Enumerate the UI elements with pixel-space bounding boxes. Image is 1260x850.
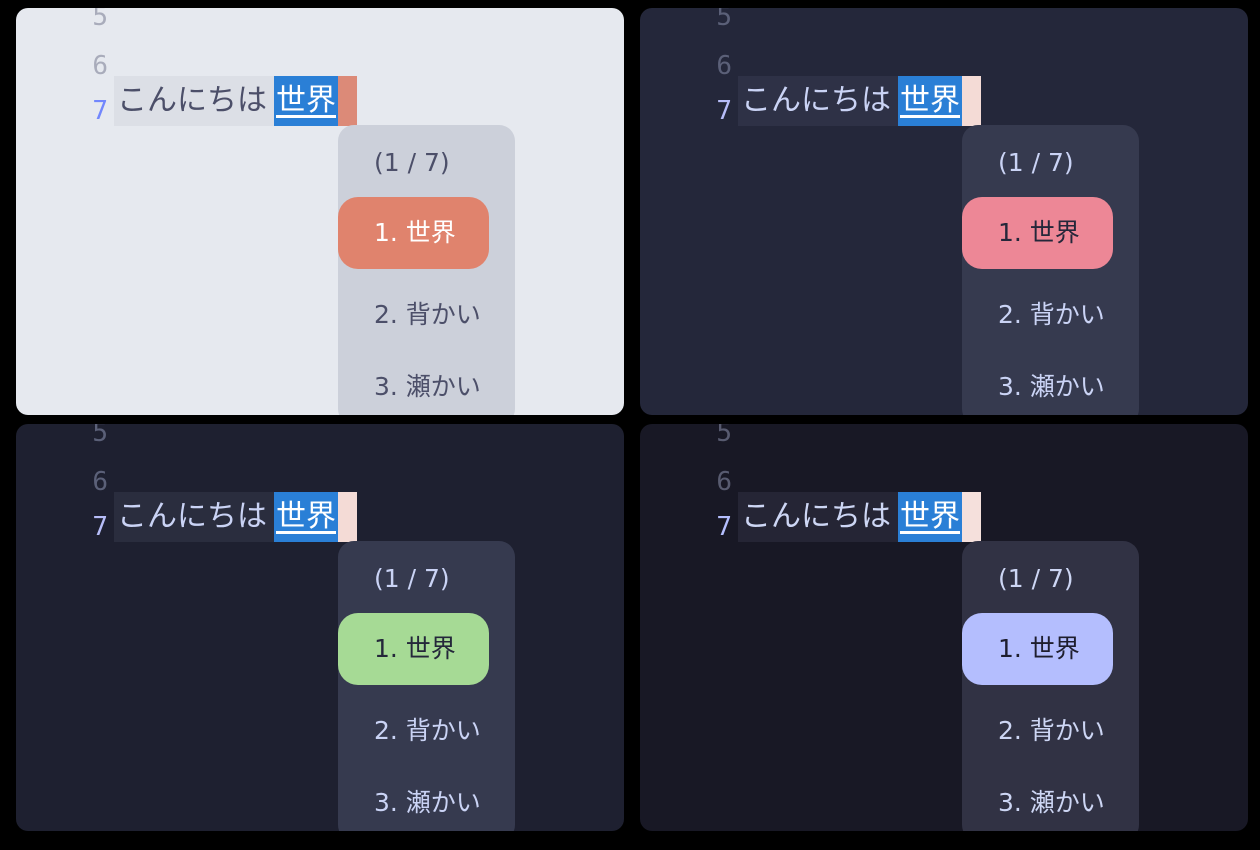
current-line-number: 7 [716,512,732,542]
committed-text[interactable]: こんにちは [741,79,891,123]
editor-panel: 5 6 7 こんにちは 世界 (1 / 7) 1. 世界 2. 背かい 3. 瀬… [640,424,1248,831]
line-number: 5 [92,424,108,448]
committed-text[interactable]: こんにちは [117,495,267,539]
candidate-item[interactable]: 2. 背かい [374,713,481,749]
committed-text[interactable]: こんにちは [117,79,267,123]
candidate-counter: (1 / 7) [998,148,1074,177]
candidate-item-selected[interactable]: 1. 世界 [962,613,1113,685]
candidate-item[interactable]: 3. 瀬かい [998,785,1105,821]
editor-panel: 5 6 7 こんにちは 世界 (1 / 7) 1. 世界 2. 背かい 3. 瀬… [640,8,1248,415]
candidate-item-selected[interactable]: 1. 世界 [962,197,1113,269]
line-number: 5 [92,8,108,32]
candidate-item[interactable]: 3. 瀬かい [374,785,481,821]
candidate-item[interactable]: 3. 瀬かい [998,369,1105,405]
text-cursor [338,76,357,126]
candidate-counter: (1 / 7) [998,564,1074,593]
candidate-item[interactable]: 2. 背かい [998,713,1105,749]
editor-panel: 5 6 7 こんにちは 世界 (1 / 7) 1. 世界 2. 背かい 3. 瀬… [16,424,624,831]
line-number: 5 [716,8,732,32]
line-number: 6 [716,51,732,81]
current-line-number: 7 [716,96,732,126]
text-cursor [962,492,981,542]
text-cursor [962,76,981,126]
candidate-label: 1. 世界 [374,634,456,663]
candidate-item[interactable]: 2. 背かい [374,297,481,333]
line-number: 6 [716,467,732,497]
candidate-counter: (1 / 7) [374,148,450,177]
editor-panel: 5 6 7 こんにちは 世界 (1 / 7) 1. 世界 2. 背かい 3. 瀬… [16,8,624,415]
candidate-label: 1. 世界 [998,634,1080,663]
current-line-number: 7 [92,96,108,126]
candidate-item[interactable]: 3. 瀬かい [374,369,481,405]
preedit-text[interactable]: 世界 [274,492,338,542]
candidate-counter: (1 / 7) [374,564,450,593]
preedit-text[interactable]: 世界 [898,492,962,542]
theme-comparison-grid: 5 6 7 こんにちは 世界 (1 / 7) 1. 世界 2. 背かい 3. 瀬… [0,0,1260,850]
line-number: 6 [92,467,108,497]
text-cursor [338,492,357,542]
line-number: 5 [716,424,732,448]
candidate-label: 1. 世界 [998,218,1080,247]
candidate-item[interactable]: 2. 背かい [998,297,1105,333]
candidate-item-selected[interactable]: 1. 世界 [338,197,489,269]
preedit-text[interactable]: 世界 [898,76,962,126]
candidate-label: 1. 世界 [374,218,456,247]
preedit-text[interactable]: 世界 [274,76,338,126]
candidate-item-selected[interactable]: 1. 世界 [338,613,489,685]
line-number: 6 [92,51,108,81]
committed-text[interactable]: こんにちは [741,495,891,539]
current-line-number: 7 [92,512,108,542]
